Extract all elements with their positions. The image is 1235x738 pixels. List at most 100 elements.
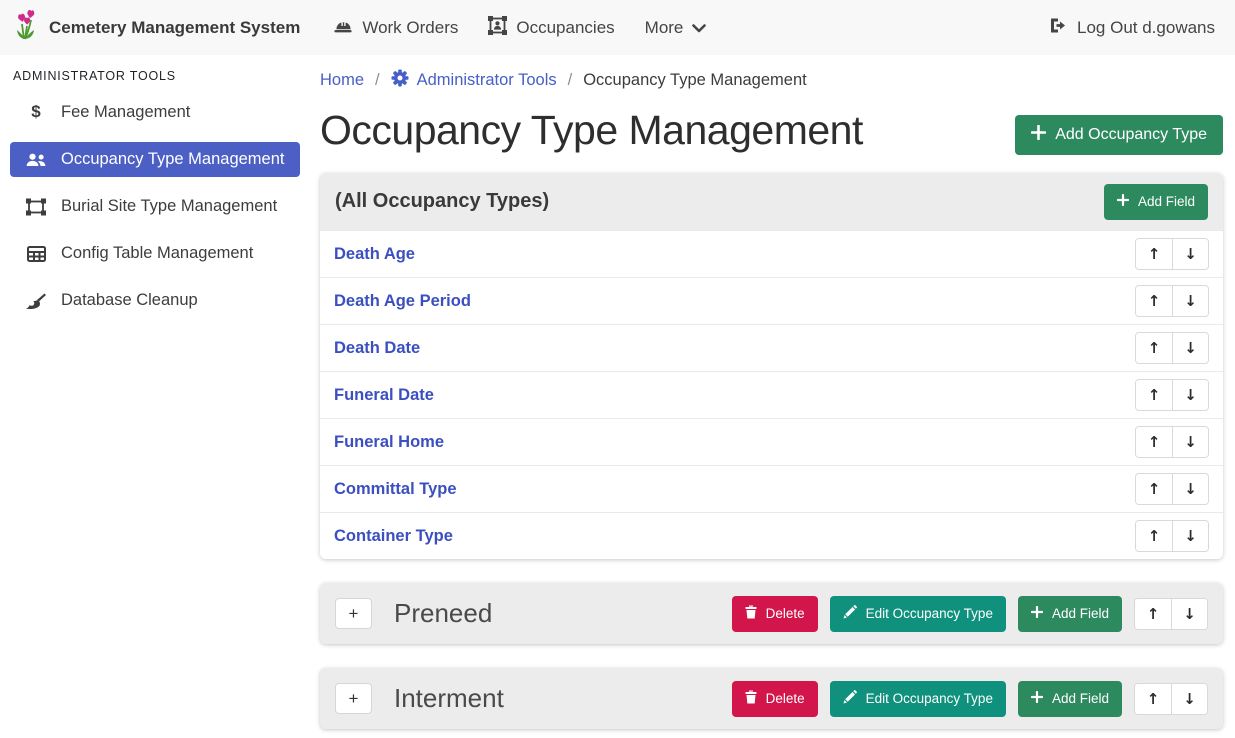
reorder-buttons: ↑ ↓ xyxy=(1134,598,1208,630)
object-group-icon xyxy=(24,198,48,216)
reorder-buttons: ↑ ↓ xyxy=(1134,683,1208,715)
main-content: Home / Administrator Tool xyxy=(310,55,1235,738)
add-field-button[interactable]: Add Field xyxy=(1018,596,1122,632)
move-up-button[interactable]: ↑ xyxy=(1135,599,1171,629)
expand-section-button[interactable]: + xyxy=(335,598,372,629)
sidebar-item-label: Occupancy Type Management xyxy=(61,150,285,169)
sidebar-item-fee-management[interactable]: $ Fee Management xyxy=(10,94,300,130)
all-occupancy-types-card: (All Occupancy Types) Add Field Death Ag… xyxy=(320,173,1223,559)
move-up-button[interactable]: ↑ xyxy=(1136,474,1172,504)
breadcrumb: Home / Administrator Tool xyxy=(320,67,1223,92)
sidebar-item-burial-site-type-management[interactable]: Burial Site Type Management xyxy=(10,189,300,224)
move-up-button[interactable]: ↑ xyxy=(1136,333,1172,363)
field-link-funeral-date[interactable]: Funeral Date xyxy=(334,386,434,405)
field-link-container-type[interactable]: Container Type xyxy=(334,527,453,546)
plus-icon xyxy=(1117,194,1129,209)
logout-button[interactable]: Log Out d.gowans xyxy=(1043,9,1221,47)
add-field-label: Add Field xyxy=(1052,691,1109,706)
breadcrumb-separator: / xyxy=(375,71,380,90)
reorder-buttons: ↑ ↓ xyxy=(1135,285,1209,317)
nav-item-label: More xyxy=(645,18,684,38)
edit-label: Edit Occupancy Type xyxy=(866,691,993,706)
move-down-button[interactable]: ↓ xyxy=(1172,474,1208,504)
reorder-buttons: ↑ ↓ xyxy=(1135,520,1209,552)
brand-title: Cemetery Management System xyxy=(49,18,300,38)
move-down-button[interactable]: ↓ xyxy=(1172,380,1208,410)
move-down-button[interactable]: ↓ xyxy=(1172,239,1208,269)
hard-hat-icon xyxy=(333,17,353,39)
sidebar-item-label: Config Table Management xyxy=(61,244,253,263)
chevron-down-icon xyxy=(692,18,706,38)
reorder-buttons: ↑ ↓ xyxy=(1135,238,1209,270)
nav-item-label: Work Orders xyxy=(362,18,458,38)
pencil-icon xyxy=(843,605,857,622)
sidebar-item-occupancy-type-management[interactable]: Occupancy Type Management xyxy=(10,142,300,177)
reorder-buttons: ↑ ↓ xyxy=(1135,379,1209,411)
move-up-button[interactable]: ↑ xyxy=(1135,684,1171,714)
nav-item-more[interactable]: More xyxy=(630,10,722,46)
breadcrumb-home-link[interactable]: Home xyxy=(320,71,364,90)
field-link-death-date[interactable]: Death Date xyxy=(334,339,420,358)
app-brand[interactable]: Cemetery Management System xyxy=(14,10,300,45)
gear-icon xyxy=(391,69,409,92)
edit-occupancy-type-button[interactable]: Edit Occupancy Type xyxy=(830,596,1006,632)
section-preneed: + Preneed Delete xyxy=(320,583,1223,644)
move-up-button[interactable]: ↑ xyxy=(1136,380,1172,410)
nav-item-label: Occupancies xyxy=(516,18,614,38)
sidebar-item-label: Database Cleanup xyxy=(61,291,198,310)
sign-out-icon xyxy=(1049,17,1068,39)
add-occupancy-type-button[interactable]: Add Occupancy Type xyxy=(1015,115,1223,155)
table-icon xyxy=(24,246,48,262)
delete-occupancy-type-button[interactable]: Delete xyxy=(732,681,818,717)
field-link-funeral-home[interactable]: Funeral Home xyxy=(334,433,444,452)
add-field-button[interactable]: Add Field xyxy=(1018,681,1122,717)
occupancy-frame-icon xyxy=(488,16,507,40)
navbar-links: Work Orders Occupancies More xyxy=(318,8,721,48)
field-row: Funeral Date ↑ ↓ xyxy=(320,371,1223,418)
add-field-button[interactable]: Add Field xyxy=(1104,184,1208,220)
sidebar-item-database-cleanup[interactable]: Database Cleanup xyxy=(10,283,300,318)
section-actions: Delete Edit Occupancy Type xyxy=(732,681,1208,717)
section-title: Interment xyxy=(384,683,720,714)
sidebar-item-label: Fee Management xyxy=(61,103,190,122)
section-interment: + Interment Delete xyxy=(320,668,1223,729)
move-down-button[interactable]: ↓ xyxy=(1171,599,1207,629)
edit-occupancy-type-button[interactable]: Edit Occupancy Type xyxy=(830,681,1006,717)
tulips-logo-icon xyxy=(14,10,40,45)
field-link-death-age-period[interactable]: Death Age Period xyxy=(334,292,471,311)
sidebar-heading: Administrator Tools xyxy=(0,61,310,93)
all-occupancy-types-header: (All Occupancy Types) Add Field xyxy=(320,173,1223,230)
move-up-button[interactable]: ↑ xyxy=(1136,521,1172,551)
expand-section-button[interactable]: + xyxy=(335,683,372,714)
section-actions: Delete Edit Occupancy Type xyxy=(732,596,1208,632)
nav-item-work-orders[interactable]: Work Orders xyxy=(318,9,473,47)
logout-label: Log Out d.gowans xyxy=(1077,18,1215,38)
field-row: Funeral Home ↑ ↓ xyxy=(320,418,1223,465)
move-up-button[interactable]: ↑ xyxy=(1136,286,1172,316)
field-row: Death Age ↑ ↓ xyxy=(320,230,1223,277)
delete-label: Delete xyxy=(766,691,805,706)
field-row: Committal Type ↑ ↓ xyxy=(320,465,1223,512)
dollar-icon: $ xyxy=(24,102,48,122)
move-down-button[interactable]: ↓ xyxy=(1172,286,1208,316)
sidebar-item-config-table-management[interactable]: Config Table Management xyxy=(10,236,300,271)
field-row: Container Type ↑ ↓ xyxy=(320,512,1223,559)
delete-occupancy-type-button[interactable]: Delete xyxy=(732,596,818,632)
field-row: Death Date ↑ ↓ xyxy=(320,324,1223,371)
page-title: Occupancy Type Management xyxy=(320,107,863,154)
move-down-button[interactable]: ↓ xyxy=(1172,333,1208,363)
breadcrumb-current: Occupancy Type Management xyxy=(583,71,807,90)
reorder-buttons: ↑ ↓ xyxy=(1135,473,1209,505)
field-link-death-age[interactable]: Death Age xyxy=(334,245,415,264)
plus-icon xyxy=(1031,691,1043,706)
move-down-button[interactable]: ↓ xyxy=(1171,684,1207,714)
field-link-committal-type[interactable]: Committal Type xyxy=(334,480,457,499)
move-down-button[interactable]: ↓ xyxy=(1172,521,1208,551)
nav-item-occupancies[interactable]: Occupancies xyxy=(473,8,629,48)
breadcrumb-admin-tools-label: Administrator Tools xyxy=(417,71,557,90)
move-down-button[interactable]: ↓ xyxy=(1172,427,1208,457)
sidebar-item-label: Burial Site Type Management xyxy=(61,197,277,216)
breadcrumb-admin-tools-link[interactable]: Administrator Tools xyxy=(391,69,557,92)
move-up-button[interactable]: ↑ xyxy=(1136,239,1172,269)
move-up-button[interactable]: ↑ xyxy=(1136,427,1172,457)
